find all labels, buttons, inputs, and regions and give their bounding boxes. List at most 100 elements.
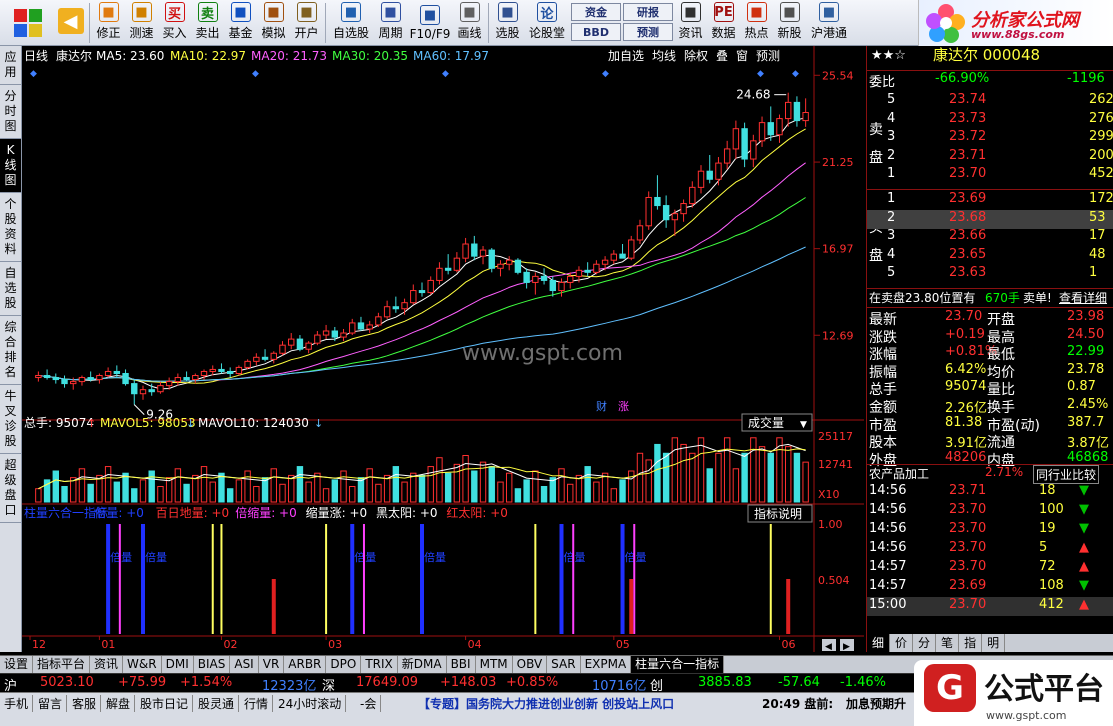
toolbar-btn-16[interactable]: ■ 新股 (773, 0, 806, 44)
toolbar-btn-12[interactable]: 论论股堂 (524, 0, 570, 44)
chart-top-btn-4[interactable]: 窗 (736, 49, 748, 63)
side-tab-6[interactable]: 牛叉诊股 (0, 385, 21, 454)
industry-compare-button[interactable]: 同行业比较 (1033, 465, 1100, 484)
toolbar-btn-2[interactable]: 买买入 (158, 0, 191, 44)
indicator-tab-5[interactable]: BIAS (194, 656, 231, 673)
side-tab-1[interactable]: 分时图 (0, 85, 21, 139)
quote-tab-5[interactable]: 明 (982, 634, 1006, 652)
gspt-name: 公式平台 (984, 672, 1104, 707)
indicator-tab-1[interactable]: 指标平台 (33, 656, 91, 673)
side-tab-4[interactable]: 自选股 (0, 262, 21, 316)
status-item-0[interactable]: 手机 (4, 695, 34, 712)
side-tab-0[interactable]: 应用 (0, 46, 21, 85)
status-item-8[interactable]: -会 (360, 695, 382, 712)
candle-body (567, 275, 574, 283)
toolbar-btn-17[interactable]: ■ 沪港通 (806, 0, 852, 44)
chart-area[interactable]: 日线 康达尔 MA5: 23.60 MA10: 22.97 MA20: 21.73 MA3… (22, 46, 864, 652)
small-btn-1[interactable]: BBD (571, 23, 621, 41)
candle (767, 106, 774, 141)
indicator-tab-16[interactable]: EXPMA (581, 656, 632, 673)
toolbar-btn-8[interactable]: ■ 周期 (374, 0, 407, 44)
limit-up-tag[interactable]: 涨 (618, 400, 629, 413)
quote-tab-0[interactable]: 细 (867, 634, 891, 652)
big-order-ticker[interactable]: 在卖盘23.80位置有 670手 卖单! 查看详细 (867, 288, 1113, 307)
quote-header: ★★☆ 康达尔 000048 (867, 46, 1113, 67)
indicator-tab-8[interactable]: ARBR (284, 656, 327, 673)
status-item-1[interactable]: 留言 (38, 695, 68, 712)
status-news2[interactable]: 加息预期升 (846, 695, 906, 712)
chart-top-btn-3[interactable]: 叠 (716, 49, 728, 63)
indicator-explain-label[interactable]: 指标说明 (754, 506, 802, 521)
event-diamond-icon[interactable]: ◆ (30, 69, 37, 79)
chart-top-btn-2[interactable]: 除权 (684, 48, 708, 63)
toolbar-btn-13[interactable]: ■ 资讯 (674, 0, 707, 44)
indicator-tab-4[interactable]: DMI (162, 656, 194, 673)
event-diamond-icon[interactable]: ◆ (252, 69, 259, 79)
volume-dropdown-label[interactable]: 成交量 (748, 415, 784, 430)
kline-chart-svg[interactable]: 日线 康达尔 MA5: 23.60 MA10: 22.97 MA20: 21.73 MA3… (22, 46, 864, 652)
small-btn-2[interactable]: 研报 (623, 3, 673, 21)
toolbar-btn-label: 资讯 (678, 26, 703, 40)
sell-icon: 卖 (197, 2, 218, 22)
toolbar-btn-1[interactable]: ■ 测速 (125, 0, 158, 44)
quote-tab-3[interactable]: 笔 (936, 634, 960, 652)
indicator-tab-11[interactable]: 新DMA (398, 656, 447, 673)
indicator-tab-3[interactable]: W&R (123, 656, 162, 673)
toolbar-btn-9[interactable]: ■ F10/F9 (407, 0, 453, 44)
toolbar-btn-14[interactable]: PE 数据 (707, 0, 740, 44)
side-tab-5[interactable]: 综合排名 (0, 316, 21, 385)
chart-top-btn-5[interactable]: 预测 (756, 49, 780, 63)
indicator-tab-7[interactable]: VR (259, 656, 285, 673)
chart-top-btn-0[interactable]: 加自选 (608, 49, 644, 63)
toolbar-btn-10[interactable]: ■ 画线 (453, 0, 486, 44)
indicator-tab-12[interactable]: BBI (447, 656, 476, 673)
status-item-2[interactable]: 客服 (72, 695, 102, 712)
status-item-7[interactable]: 24小时滚动 (278, 695, 347, 712)
status-item-3[interactable]: 解盘 (106, 695, 136, 712)
side-tab-3[interactable]: 个股资料 (0, 193, 21, 262)
indicator-legend-3: 倍缩量: +0 (235, 505, 297, 520)
toolbar-btn-0[interactable]: ■ 修正 (92, 0, 125, 44)
event-diamond-icon[interactable]: ◆ (792, 69, 799, 79)
volume-bar (471, 470, 478, 503)
toolbar-btn-3[interactable]: 卖卖出 (191, 0, 224, 44)
event-diamond-icon[interactable]: ◆ (442, 69, 449, 79)
side-tab-7[interactable]: 超级盘口 (0, 454, 21, 523)
indicator-tab-14[interactable]: OBV (513, 656, 548, 673)
quote-tab-2[interactable]: 分 (913, 634, 937, 652)
toolbar-btn-11[interactable]: ■ 选股 (491, 0, 524, 44)
indicator-tab-13[interactable]: MTM (476, 656, 513, 673)
quote-tab-1[interactable]: 价 (890, 634, 914, 652)
status-item-6[interactable]: 行情 (244, 695, 274, 712)
event-diamond-icon[interactable]: ◆ (757, 69, 764, 79)
indicator-tab-9[interactable]: DPO (326, 656, 362, 673)
back-button[interactable]: ◀ (54, 0, 87, 44)
toolbar-btn-5[interactable]: ■ 模拟 (257, 0, 290, 44)
finance-tag[interactable]: 财 (596, 399, 607, 413)
sh-value: 5023.10 (40, 675, 94, 690)
indicator-tab-15[interactable]: SAR (547, 656, 581, 673)
indicator-tab-2[interactable]: 资讯 (90, 656, 124, 673)
toolbar-btn-15[interactable]: ■ 热点 (740, 0, 773, 44)
status-item-4[interactable]: 股市日记 (140, 695, 194, 712)
up-arrow-icon: ▲ (1079, 597, 1089, 612)
small-btn-0[interactable]: 资金 (571, 3, 621, 21)
volume-bar (253, 486, 260, 503)
news-headline[interactable]: 【专题】国务院大力推进创业创新 创投站上风口 (418, 695, 674, 712)
side-tab-2[interactable]: K线图 (0, 139, 21, 193)
status-item-5[interactable]: 股灵通 (198, 695, 240, 712)
toolbar-btn-4[interactable]: ■ 基金 (224, 0, 257, 44)
indicator-tab-6[interactable]: ASI (230, 656, 259, 673)
indicator-tab-0[interactable]: 设置 (0, 656, 34, 673)
trade-volume: 18 (1039, 483, 1056, 498)
indicator-tab-17[interactable]: 柱量六合一指标 (631, 656, 725, 673)
indicator-tab-10[interactable]: TRIX (361, 656, 398, 673)
event-diamond-icon[interactable]: ◆ (602, 69, 609, 79)
toolbar-btn-7[interactable]: ■ 自选股 (328, 0, 374, 44)
small-btn-3[interactable]: 预测 (623, 23, 673, 41)
chart-top-btn-1[interactable]: 均线 (652, 49, 676, 63)
toolbar-btn-6[interactable]: ■ 开户 (290, 0, 323, 44)
volume-bar (453, 463, 461, 503)
quote-tab-4[interactable]: 指 (959, 634, 983, 652)
candle (558, 278, 565, 297)
